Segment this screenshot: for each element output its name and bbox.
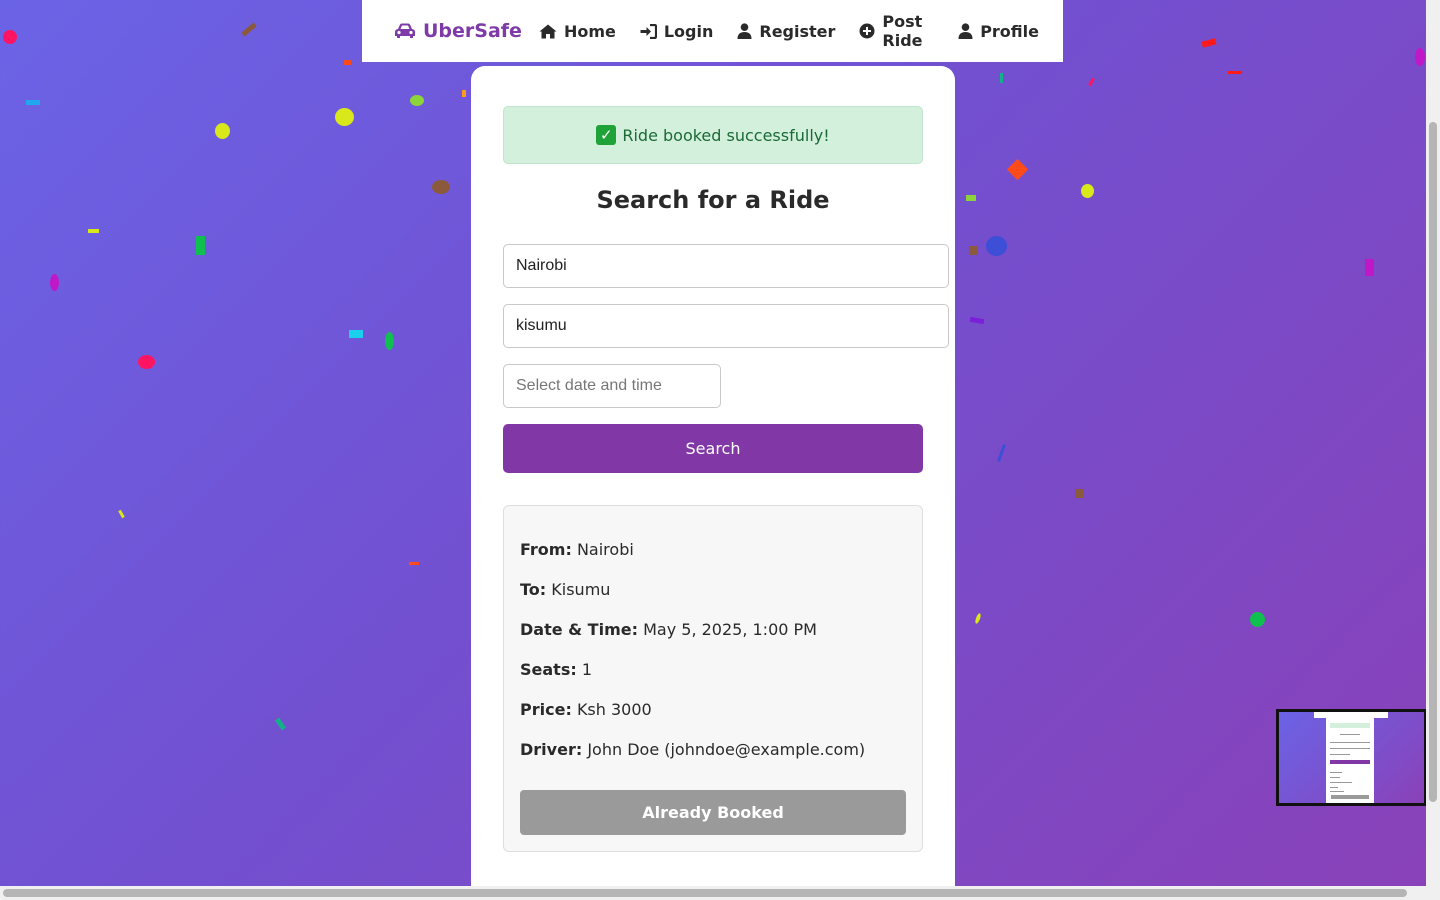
- confetti-piece: [1000, 73, 1003, 83]
- nav-profile[interactable]: Profile: [958, 22, 1039, 41]
- nav-profile-label: Profile: [980, 21, 1039, 41]
- confetti-piece: [88, 229, 99, 233]
- confetti-piece: [196, 236, 205, 255]
- to-label: To:: [520, 580, 547, 599]
- top-navbar: UberSafe Home Login Register Post Ride P…: [362, 0, 1063, 62]
- home-icon: [539, 24, 557, 39]
- confetti-piece: [462, 90, 466, 97]
- confetti-piece: [410, 95, 424, 106]
- minimap-line: [1330, 772, 1342, 773]
- alert-text: Ride booked successfully!: [622, 125, 830, 145]
- vertical-scroll-thumb[interactable]: [1429, 122, 1437, 802]
- horizontal-scroll-thumb[interactable]: [3, 889, 1407, 897]
- minimap-line: [1330, 742, 1370, 743]
- search-card: ✓ Ride booked successfully! Search for a…: [471, 66, 955, 900]
- search-button[interactable]: Search: [503, 424, 923, 473]
- from-input[interactable]: [503, 244, 949, 288]
- minimap-alert: [1330, 723, 1370, 728]
- plus-circle-icon: [859, 23, 875, 39]
- driver-value: John Doe (johndoe@example.com): [587, 740, 866, 759]
- page-title: Search for a Ride: [596, 186, 830, 214]
- nav-register[interactable]: Register: [737, 22, 835, 41]
- confetti-piece: [997, 444, 1006, 462]
- confetti-piece: [969, 246, 978, 255]
- minimap-booked: [1331, 795, 1369, 799]
- confetti-piece: [385, 332, 394, 350]
- confetti-piece: [974, 612, 982, 625]
- confetti-piece: [1201, 38, 1217, 48]
- price-row: Price: Ksh 3000: [520, 700, 652, 719]
- minimap-button: [1330, 760, 1370, 764]
- to-value: Kisumu: [551, 580, 611, 599]
- confetti-piece: [1075, 489, 1084, 498]
- check-icon: ✓: [596, 125, 617, 145]
- confetti-piece: [241, 22, 257, 37]
- confetti-piece: [1088, 77, 1095, 87]
- confetti-piece: [1081, 184, 1094, 198]
- datetime-input[interactable]: [503, 364, 721, 408]
- from-value: Nairobi: [576, 540, 634, 559]
- confetti-piece: [409, 562, 419, 565]
- driver-label: Driver:: [520, 740, 583, 759]
- user-icon: [737, 23, 752, 39]
- nav-post-ride-label: Post Ride: [882, 12, 923, 50]
- minimap-line: [1340, 734, 1360, 735]
- confetti-piece: [969, 316, 985, 325]
- already-booked-button[interactable]: Already Booked: [520, 790, 906, 835]
- from-label: From:: [520, 540, 572, 559]
- confetti-piece: [1250, 612, 1265, 627]
- confetti-piece: [26, 100, 40, 105]
- price-value: Ksh 3000: [576, 700, 652, 719]
- minimap-line: [1330, 748, 1370, 749]
- seats-row: Seats: 1: [520, 660, 592, 679]
- seats-value: 1: [581, 660, 593, 679]
- confetti-piece: [215, 123, 230, 139]
- confetti-piece: [118, 509, 125, 519]
- nav-post-ride[interactable]: Post Ride: [859, 12, 934, 50]
- confetti-piece: [349, 330, 363, 338]
- datetime-label: Date & Time:: [520, 620, 638, 639]
- car-icon: [394, 23, 416, 39]
- confetti-piece: [3, 30, 17, 44]
- sign-in-icon: [640, 23, 657, 39]
- confetti-piece: [986, 236, 1007, 256]
- page-minimap[interactable]: [1276, 709, 1427, 806]
- brand-logo[interactable]: UberSafe: [394, 20, 522, 42]
- confetti-piece: [50, 274, 59, 291]
- nav-login[interactable]: Login: [640, 21, 714, 41]
- success-alert: ✓ Ride booked successfully!: [503, 106, 923, 164]
- confetti-piece: [1006, 158, 1029, 181]
- confetti-piece: [138, 355, 155, 369]
- confetti-piece: [966, 195, 976, 201]
- to-input[interactable]: [503, 304, 949, 348]
- datetime-row: Date & Time: May 5, 2025, 1:00 PM: [520, 620, 817, 639]
- to-row: To: Kisumu: [520, 580, 610, 599]
- confetti-piece: [275, 717, 286, 731]
- minimap-line: [1330, 791, 1344, 792]
- seats-label: Seats:: [520, 660, 577, 679]
- nav-login-label: Login: [663, 21, 714, 41]
- confetti-piece: [1415, 48, 1425, 66]
- confetti-piece: [344, 60, 351, 65]
- nav-register-label: Register: [759, 21, 836, 41]
- ride-result-card: From: Nairobi To: Kisumu Date & Time: Ma…: [503, 505, 923, 852]
- confetti-piece: [335, 108, 354, 126]
- nav-home[interactable]: Home: [539, 22, 616, 41]
- nav-home-label: Home: [563, 21, 616, 41]
- brand-name: UberSafe: [423, 20, 522, 42]
- horizontal-scrollbar[interactable]: [0, 886, 1440, 900]
- confetti-piece: [1228, 71, 1242, 74]
- user-icon: [958, 23, 973, 39]
- price-label: Price:: [520, 700, 572, 719]
- minimap-line: [1330, 782, 1352, 783]
- driver-row: Driver: John Doe (johndoe@example.com): [520, 740, 865, 759]
- minimap-line: [1330, 787, 1338, 788]
- minimap-line: [1330, 754, 1350, 755]
- datetime-value: May 5, 2025, 1:00 PM: [643, 620, 817, 639]
- minimap-line: [1330, 777, 1340, 778]
- vertical-scrollbar[interactable]: [1426, 0, 1440, 886]
- from-row: From: Nairobi: [520, 540, 634, 559]
- confetti-piece: [1365, 259, 1374, 276]
- confetti-piece: [432, 180, 450, 194]
